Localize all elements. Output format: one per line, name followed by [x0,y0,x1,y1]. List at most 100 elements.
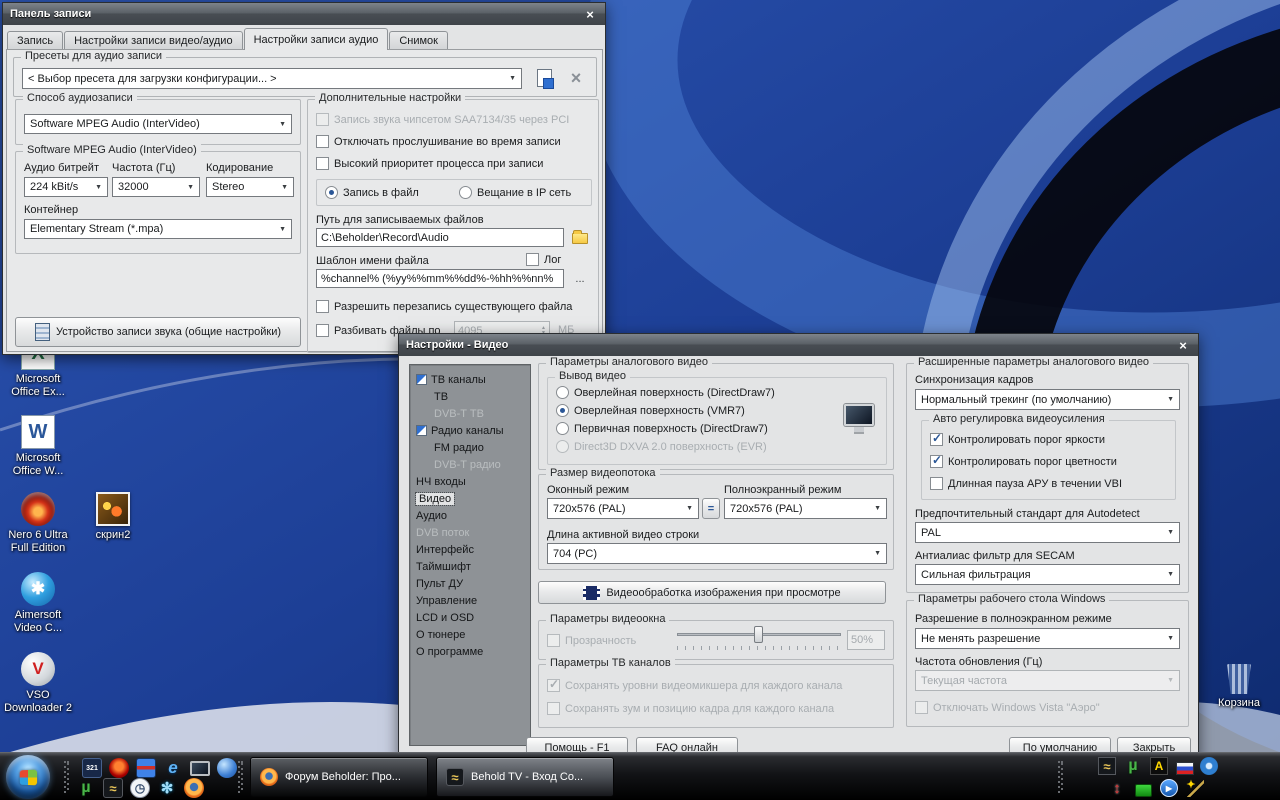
encoding-combo[interactable]: Stereo [206,177,294,197]
fullscreen-mode-combo[interactable]: 720x576 (PAL) [724,498,887,519]
punto-switcher-icon[interactable] [1150,757,1168,775]
network-globe-icon[interactable] [217,758,237,778]
tree-item-lcd-osd[interactable]: LCD и OSD [410,609,530,626]
browse-folder-button[interactable] [568,226,592,248]
checkbox-save-mixer-levels[interactable]: Сохранять уровни видеомикшера для каждог… [547,679,842,692]
desktop-icon-vso-downloader[interactable]: VSO Downloader 2 [1,652,75,715]
close-icon[interactable] [1175,338,1191,352]
tree-item-fm-radio[interactable]: FM радио [410,439,530,456]
checkbox-transparency[interactable]: Прозрачность [547,634,636,647]
tab-audio-settings[interactable]: Настройки записи аудио [244,28,389,50]
firefox-icon[interactable] [184,778,204,798]
checkbox-brightness-threshold[interactable]: Контролировать порог яркости [930,433,1105,446]
close-icon[interactable] [582,7,598,21]
red-arrows-icon[interactable] [1108,779,1126,797]
tree-item-timeshift[interactable]: Таймшифт [410,558,530,575]
tree-item-remote[interactable]: Пульт ДУ [410,575,530,592]
tab-snapshot[interactable]: Снимок [389,31,448,50]
window-mode-combo[interactable]: 720x576 (PAL) [547,498,699,519]
play-badge-icon[interactable] [1160,779,1178,797]
equal-sizes-button[interactable]: = [702,498,720,519]
tree-item-dvbt-radio[interactable]: DVB-T радио [410,456,530,473]
slider-thumb[interactable] [754,626,763,643]
tree-item-video[interactable]: Видео [410,490,530,507]
fullscreen-resolution-combo[interactable]: Не менять разрешение [915,628,1180,649]
filename-template-input[interactable]: %channel% (%yy%%mm%%dd%-%hh%%nn% [316,269,564,288]
tree-item-radio-channels[interactable]: Радио каналы [410,422,530,439]
transparency-slider[interactable] [677,626,841,652]
taskbar-button-behold-tv[interactable]: Behold TV - Вход Co... [436,757,614,797]
internet-explorer-icon[interactable] [163,758,183,778]
tree-item-tv[interactable]: ТВ [410,388,530,405]
save-preset-button[interactable] [532,66,556,90]
checkbox-allow-overwrite[interactable]: Разрешить перезапись существующего файла [316,300,572,313]
tree-item-tv-channels[interactable]: ТВ каналы [410,371,530,388]
checkbox-long-agc-pause-vbi[interactable]: Длинная пауза АРУ в течении VBI [930,477,1122,490]
audio-device-settings-button[interactable]: Устройство записи звука (общие настройки… [15,317,301,347]
media-player-classic-icon[interactable] [82,758,102,778]
tree-item-dvb-stream[interactable]: DVB поток [410,524,530,541]
radio-evr[interactable]: Direct3D DXVA 2.0 поверхность (EVR) [556,440,767,453]
tab-record[interactable]: Запись [7,31,63,50]
checkbox-saa-pci[interactable]: Запись звука чипсетом SAA7134/35 через P… [316,113,569,126]
utorrent-icon[interactable] [1124,757,1142,775]
radio-overlay-vmr7[interactable]: Оверлейная поверхность (VMR7) [556,404,745,417]
record-path-input[interactable]: C:\Beholder\Record\Audio [316,228,564,247]
blue-orb-icon[interactable] [1200,757,1218,775]
container-combo[interactable]: Elementary Stream (*.mpa) [24,219,292,239]
secam-filter-combo[interactable]: Сильная фильтрация [915,564,1180,585]
tree-item-interface[interactable]: Интерфейс [410,541,530,558]
floppy-save-icon[interactable] [136,758,156,778]
russian-flag-icon[interactable] [1176,759,1194,777]
tree-item-lf-inputs[interactable]: НЧ входы [410,473,530,490]
checkbox-mute-while-recording[interactable]: Отключать прослушивание во время записи [316,135,561,148]
behold-tv-icon[interactable] [103,778,123,798]
radio-record-to-file[interactable]: Запись в файл [325,186,419,199]
checkbox-save-zoom-position[interactable]: Сохранять зум и позицию кадра для каждог… [547,702,834,715]
tray-handle[interactable] [1058,761,1063,793]
green-status-icon[interactable] [1134,781,1152,799]
audio-method-combo[interactable]: Software MPEG Audio (InterVideo) [24,114,292,134]
utorrent-icon[interactable] [76,778,96,798]
taskbar-button-firefox[interactable]: Форум Beholder: Про... [250,757,428,797]
tree-item-audio[interactable]: Аудио [410,507,530,524]
checkbox-chroma-threshold[interactable]: Контролировать порог цветности [930,455,1117,468]
checkbox-log[interactable]: Лог [526,253,561,266]
tree-item-about-program[interactable]: О программе [410,643,530,660]
settings-titlebar[interactable]: Настройки - Видео [399,334,1198,356]
magic-wand-icon[interactable] [1186,779,1204,797]
display-settings-icon[interactable] [190,758,210,778]
checkbox-disable-aero[interactable]: Отключать Windows Vista "Аэро" [915,701,1100,714]
bitrate-combo[interactable]: 224 kBit/s [24,177,108,197]
desktop-icon-recycle-bin[interactable]: Корзина [1202,662,1276,710]
autodetect-standard-combo[interactable]: PAL [915,522,1180,543]
recording-panel-titlebar[interactable]: Панель записи [3,3,605,25]
desktop-icon-word[interactable]: Microsoft Office W... [1,415,75,478]
desktop-icon-aimersoft[interactable]: Aimersoft Video C... [1,572,75,635]
checkbox-high-priority[interactable]: Высокий приоритет процесса при записи [316,157,543,170]
desktop-icon-nero[interactable]: Nero 6 Ultra Full Edition [1,492,75,555]
template-more-button[interactable]: ... [570,269,590,288]
tree-item-dvbt-tv[interactable]: DVB-T ТВ [410,405,530,422]
desktop-icon-skrin2[interactable]: скрин2 [76,492,150,542]
taskbar-handle[interactable] [238,761,243,793]
radio-primary-directdraw7[interactable]: Первичная поверхность (DirectDraw7) [556,422,768,435]
preset-combo[interactable]: < Выбор пресета для загрузки конфигураци… [22,68,522,89]
start-button[interactable] [6,755,50,799]
tree-item-about-tuner[interactable]: О тюнере [410,626,530,643]
refresh-rate-combo[interactable]: Текущая частота [915,670,1180,691]
snowflake-icon[interactable] [157,778,177,798]
radio-broadcast-ip[interactable]: Вещание в IP сеть [459,186,571,199]
nero-icon[interactable] [109,758,129,778]
radio-overlay-directdraw7[interactable]: Оверлейная поверхность (DirectDraw7) [556,386,775,399]
frame-sync-combo[interactable]: Нормальный трекинг (по умолчанию) [915,389,1180,410]
clock-icon[interactable] [130,778,150,798]
video-processing-button[interactable]: Видеообработка изображения при просмотре [538,581,886,604]
behold-tv-icon[interactable] [1098,757,1116,775]
frequency-combo[interactable]: 32000 [112,177,200,197]
quick-launch-handle[interactable] [64,761,69,793]
active-line-length-combo[interactable]: 704 (PC) [547,543,887,564]
delete-preset-button[interactable] [564,66,588,90]
tree-item-control[interactable]: Управление [410,592,530,609]
tab-video-audio-settings[interactable]: Настройки записи видео/аудио [64,31,242,50]
